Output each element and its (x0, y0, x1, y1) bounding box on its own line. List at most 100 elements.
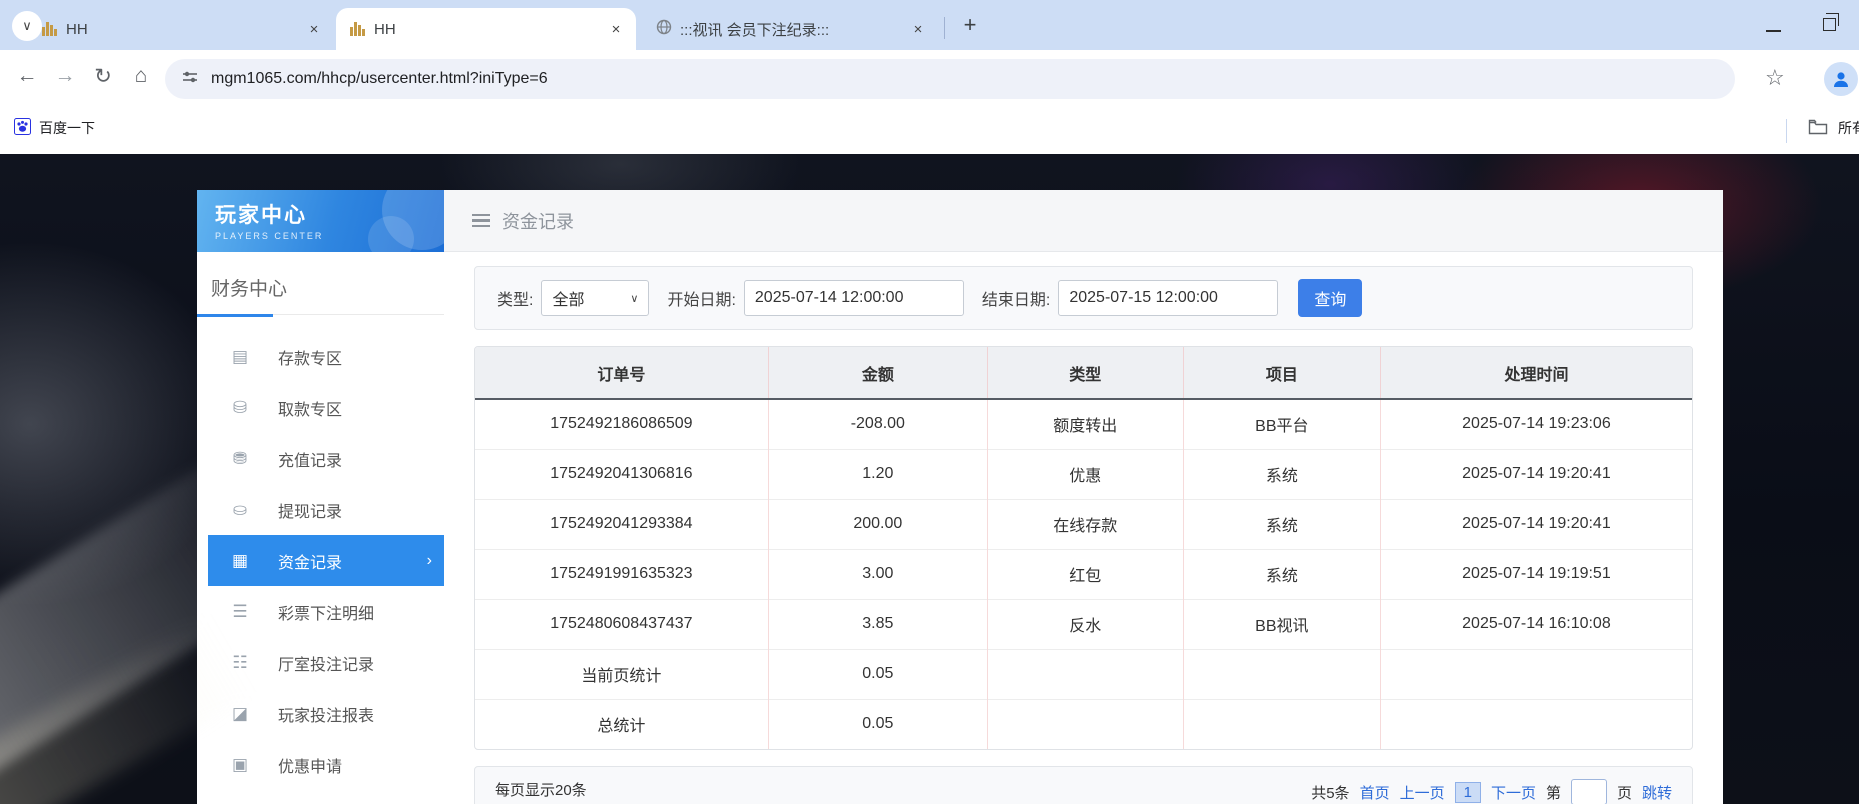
type-label: 类型: (497, 292, 534, 309)
profile-avatar[interactable] (1824, 62, 1858, 96)
list-icon: ☰ (232, 601, 248, 621)
close-icon[interactable]: × (908, 19, 928, 39)
col-project: 项目 (1183, 347, 1381, 400)
globe-icon (656, 19, 672, 39)
home-icon[interactable]: ⌂ (126, 64, 156, 88)
end-date-label: 结束日期: (981, 292, 1051, 309)
window-minimize-button[interactable] (1766, 30, 1781, 32)
browser-tab-1[interactable]: HH × (28, 8, 334, 50)
all-bookmarks-label: 所有 (1838, 120, 1859, 136)
col-type: 类型 (987, 347, 1184, 400)
player-center-panel: 玩家中心 PLAYERS CENTER 财务中心 ▤ 存款专区 ⛁ 取款专区 ⛃… (197, 190, 1723, 804)
sidebar-item-deposit-zone[interactable]: ▤ 存款专区 (208, 331, 444, 382)
page-size-text: 每页显示20条 (495, 782, 587, 799)
sidebar-item-withdrawal-records[interactable]: ⛀ 提现记录 (208, 484, 444, 535)
browser-address-bar: ← → ↻ ⌂ mgm1065.com/hhcp/usercenter.html… (0, 50, 1859, 108)
sidebar-item-lottery-bet-detail[interactable]: ☰ 彩票下注明细 (208, 586, 444, 637)
bookmark-baidu[interactable]: 百度一下 (14, 118, 95, 138)
tab-title: HH (66, 20, 88, 38)
close-icon[interactable]: × (304, 19, 324, 39)
summary-row-current-page: 当前页统计 0.05 (475, 648, 1692, 699)
tab-title: HH (374, 20, 396, 38)
table-row: 1752492041306816 1.20 优惠 系统 2025-07-14 1… (475, 448, 1692, 499)
withdraw-hand-icon: ⛁ (232, 397, 248, 417)
section-title: 财务中心 (211, 279, 288, 300)
start-date-label: 开始日期: (667, 292, 736, 309)
bookmark-label: 百度一下 (39, 120, 95, 136)
sidebar-section-finance: 财务中心 (197, 252, 444, 301)
window-restore-button[interactable] (1823, 13, 1839, 31)
table-header-row: 订单号 金额 类型 项目 处理时间 (475, 347, 1692, 400)
main-panel: 资金记录 类型: 全部 ∨ 开始日期: 结束日期: 查询 (444, 190, 1723, 804)
back-icon[interactable]: ← (12, 64, 42, 88)
sidebar-item-player-bet-report[interactable]: ◪ 玩家投注报表 (208, 688, 444, 739)
chart-icon: ◪ (231, 703, 249, 723)
browser-tab-bar: ∨ HH × HH × :::视讯 会员下注纪录::: × + (0, 0, 1859, 50)
tab-title: :::视讯 会员下注纪录::: (680, 21, 830, 39)
table-footer: 每页显示20条 共5条 首页 上一页 1 下一页 第 页 跳转 (474, 766, 1693, 804)
page-background: 玩家中心 PLAYERS CENTER 财务中心 ▤ 存款专区 ⛁ 取款专区 ⛃… (0, 154, 1859, 804)
jump-suffix-label: 页 (1616, 784, 1632, 802)
type-select[interactable]: 全部 ∨ (541, 280, 650, 316)
moneybag-icon: ⛃ (232, 448, 248, 468)
folder-icon (1808, 119, 1828, 138)
filter-bar: 类型: 全部 ∨ 开始日期: 结束日期: 查询 (474, 266, 1693, 330)
sidebar-item-hall-bet-records[interactable]: ☷ 厅室投注记录 (208, 637, 444, 688)
current-page-badge: 1 (1454, 781, 1481, 803)
search-button[interactable]: 查询 (1298, 279, 1363, 317)
sidebar-item-promo-apply-records[interactable]: ▥ 优惠申请记录 (208, 790, 444, 804)
funds-icon: ▦ (231, 550, 249, 570)
pagination: 共5条 首页 上一页 1 下一页 第 页 跳转 (1311, 779, 1672, 804)
brand-title: 玩家中心 (215, 204, 307, 227)
sidebar-item-withdraw-zone[interactable]: ⛁ 取款专区 (208, 382, 444, 433)
deposit-card-icon: ▤ (231, 346, 249, 366)
gift-icon: ▣ (231, 754, 249, 774)
table-row: 1752480608437437 3.85 反水 BB视讯 2025-07-14… (475, 598, 1692, 649)
start-date-input[interactable] (743, 280, 964, 316)
site-favicon-icon (42, 22, 58, 36)
page-title: 资金记录 (502, 211, 574, 232)
end-date-input[interactable] (1058, 280, 1279, 316)
main-header: 资金记录 (444, 190, 1723, 252)
chevron-down-icon: ∨ (630, 292, 639, 305)
site-favicon-icon (350, 22, 366, 36)
reload-icon[interactable]: ↻ (88, 64, 118, 89)
sidebar-brand-banner: 玩家中心 PLAYERS CENTER (197, 190, 444, 252)
funds-table: 订单号 金额 类型 项目 处理时间 1752492186086509 -208.… (474, 346, 1693, 750)
jump-button[interactable]: 跳转 (1642, 782, 1672, 803)
brand-subtitle: PLAYERS CENTER (215, 231, 324, 241)
all-bookmarks-button[interactable]: 所有 (1808, 118, 1859, 138)
forward-icon[interactable]: → (50, 64, 80, 88)
browser-tab-3[interactable]: :::视讯 会员下注纪录::: × (642, 8, 938, 50)
new-tab-button[interactable]: + (956, 11, 984, 39)
next-page-link[interactable]: 下一页 (1491, 782, 1536, 803)
jump-page-input[interactable] (1570, 779, 1607, 804)
jump-prefix-label: 第 (1545, 784, 1561, 802)
sidebar-item-promo-apply[interactable]: ▣ 优惠申请 (208, 739, 444, 790)
cash-icon: ⛀ (232, 499, 248, 519)
tab-divider (944, 17, 945, 39)
col-order-id: 订单号 (475, 347, 769, 400)
sidebar: 玩家中心 PLAYERS CENTER 财务中心 ▤ 存款专区 ⛁ 取款专区 ⛃… (197, 190, 444, 804)
sidebar-item-funds-records[interactable]: ▦ 资金记录 › (208, 535, 444, 586)
bookmark-star-icon[interactable]: ☆ (1765, 65, 1785, 91)
table-row: 1752492186086509 -208.00 额度转出 BB平台 2025-… (475, 399, 1692, 449)
list-check-icon: ☷ (232, 652, 248, 672)
url-omnibox[interactable]: mgm1065.com/hhcp/usercenter.html?iniType… (165, 59, 1735, 99)
total-count-text: 共5条 (1311, 784, 1350, 802)
sidebar-item-recharge-records[interactable]: ⛃ 充值记录 (208, 433, 444, 484)
bookmarks-divider (1786, 119, 1787, 143)
site-settings-icon[interactable] (181, 68, 199, 91)
col-amount: 金额 (768, 347, 988, 400)
baidu-favicon-icon (14, 118, 31, 138)
table-row: 1752492041293384 200.00 在线存款 系统 2025-07-… (475, 498, 1692, 549)
table-row: 1752491991635323 3.00 红包 系统 2025-07-14 1… (475, 548, 1692, 599)
close-icon[interactable]: × (606, 19, 626, 39)
sidebar-menu: ▤ 存款专区 ⛁ 取款专区 ⛃ 充值记录 ⛀ 提现记录 ▦ 资金记录 › ☰ 彩… (197, 331, 444, 804)
prev-page-link[interactable]: 上一页 (1400, 782, 1445, 803)
col-process-time: 处理时间 (1380, 347, 1692, 400)
browser-tab-2-active[interactable]: HH × (336, 8, 636, 50)
first-page-link[interactable]: 首页 (1360, 782, 1390, 803)
url-text: mgm1065.com/hhcp/usercenter.html?iniType… (211, 70, 548, 87)
menu-icon (472, 213, 490, 228)
